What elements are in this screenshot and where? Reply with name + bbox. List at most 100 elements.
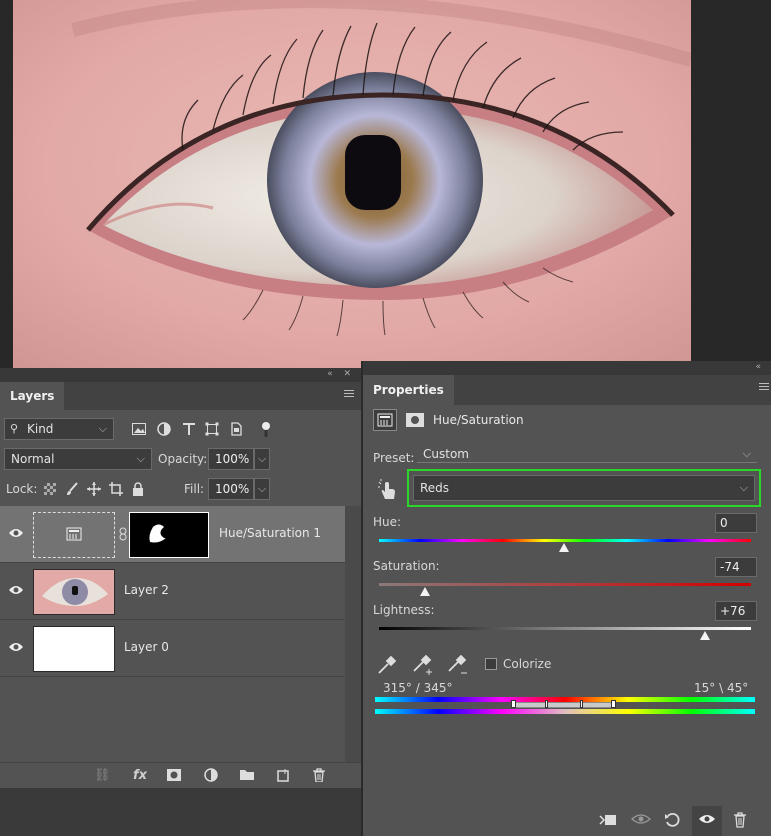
- layer-name[interactable]: Hue/Saturation 1: [219, 526, 321, 540]
- layer-name[interactable]: Layer 2: [124, 583, 169, 597]
- properties-panel: « Properties Hue/Saturation Preset: Cust…: [361, 361, 771, 836]
- range-outer-right-handle[interactable]: [611, 700, 616, 708]
- lock-label: Lock:: [6, 482, 38, 496]
- range-inner-right-handle[interactable]: [580, 700, 583, 708]
- blend-mode-select[interactable]: Normal ⌵: [4, 448, 152, 470]
- channel-value: Reds: [420, 481, 450, 495]
- hue-value-field[interactable]: 0: [715, 513, 757, 533]
- output-color-bar: [375, 709, 755, 714]
- chevron-down-icon: ⌵: [136, 452, 145, 465]
- eye-visibility-icon[interactable]: [8, 641, 24, 653]
- opacity-dropdown-button[interactable]: ⌵: [254, 448, 270, 470]
- filter-kind-select[interactable]: ⚲ Kind ⌵: [4, 418, 114, 440]
- clip-to-layer-icon[interactable]: [599, 812, 617, 830]
- blend-row: Normal ⌵ Opacity: 100% ⌵: [0, 444, 361, 474]
- collapse-icon[interactable]: «: [755, 362, 765, 372]
- eye-photo: [13, 0, 691, 368]
- view-previous-state-icon[interactable]: [631, 812, 651, 830]
- hue-slider-knob[interactable]: [559, 543, 569, 552]
- lock-pixels-brush-icon[interactable]: [64, 481, 80, 497]
- lightness-slider-track[interactable]: [379, 627, 751, 630]
- properties-bottom-toolbar: [363, 806, 771, 836]
- eyedropper-icon[interactable]: [377, 655, 397, 675]
- type-filter-icon[interactable]: [181, 421, 197, 437]
- pixel-filter-icon[interactable]: [131, 421, 147, 437]
- lightness-value-field[interactable]: +76: [715, 601, 757, 621]
- layers-panel: « ✕ Layers ⚲ Kind ⌵ Normal ⌵ Opacity: 10…: [0, 368, 361, 836]
- lock-position-move-icon[interactable]: [86, 481, 102, 497]
- targeted-adjustment-hand-icon[interactable]: [377, 479, 399, 501]
- smart-object-filter-icon[interactable]: [228, 421, 244, 437]
- panel-resize-grip[interactable]: [0, 788, 361, 836]
- lock-all-padlock-icon[interactable]: [130, 481, 146, 497]
- fill-dropdown-button[interactable]: ⌵: [254, 478, 270, 500]
- layer-2-thumbnail[interactable]: [33, 569, 115, 615]
- chevron-down-icon: ⌵: [98, 422, 107, 435]
- saturation-value-field[interactable]: -74: [715, 557, 757, 577]
- mask-type-icon[interactable]: [405, 411, 425, 429]
- opacity-field[interactable]: 100%: [208, 448, 254, 470]
- document-canvas[interactable]: [0, 0, 771, 368]
- tab-properties[interactable]: Properties: [363, 375, 454, 405]
- eyedropper-add-icon[interactable]: [412, 654, 434, 675]
- adjustment-layer-thumbnail[interactable]: [33, 512, 115, 558]
- range-inner-left-handle[interactable]: [545, 700, 548, 708]
- layers-scrollbar[interactable]: [345, 506, 361, 762]
- lock-transparent-icon[interactable]: [42, 481, 58, 497]
- properties-tab-row: Properties: [363, 375, 771, 405]
- range-slider-track[interactable]: [513, 702, 615, 708]
- collapse-close-icon[interactable]: « ✕: [327, 369, 355, 379]
- new-group-folder-icon[interactable]: [239, 768, 255, 784]
- preset-value: Custom: [423, 447, 469, 461]
- colorize-label: Colorize: [503, 657, 552, 671]
- panel-menu-icon[interactable]: [344, 390, 354, 399]
- layers-panel-topbar: « ✕: [0, 368, 361, 382]
- saturation-slider-track[interactable]: [379, 583, 751, 586]
- saturation-slider-knob[interactable]: [420, 587, 430, 596]
- eye-visibility-icon[interactable]: [8, 527, 24, 539]
- adjustment-filter-icon[interactable]: [156, 421, 172, 437]
- preset-label: Preset:: [373, 451, 415, 465]
- adjustment-type-icon[interactable]: [373, 409, 397, 431]
- hue-label: Hue:: [373, 515, 402, 529]
- filter-toggle-icon[interactable]: [258, 421, 274, 437]
- new-adjustment-layer-icon[interactable]: [203, 768, 219, 784]
- delete-trash-icon[interactable]: [311, 768, 327, 784]
- fill-field[interactable]: 100%: [208, 478, 254, 500]
- eyedropper-subtract-icon[interactable]: [447, 654, 469, 675]
- colorize-checkbox[interactable]: [485, 658, 497, 670]
- layer-mask-thumbnail[interactable]: [129, 512, 209, 558]
- adjustment-title: Hue/Saturation: [433, 413, 524, 427]
- lightness-slider-knob[interactable]: [700, 631, 710, 640]
- chevron-down-icon: ⌵: [742, 447, 751, 460]
- range-left-label: 315° / 345°: [383, 681, 453, 695]
- shape-filter-icon[interactable]: [204, 421, 220, 437]
- hue-saturation-icon: [66, 527, 82, 541]
- range-right-label: 15° \ 45°: [694, 681, 749, 695]
- new-layer-icon[interactable]: [275, 768, 291, 784]
- panel-menu-icon[interactable]: [759, 383, 769, 392]
- layer-row-hue-saturation[interactable]: Hue/Saturation 1: [0, 506, 345, 563]
- layer-row-layer-0[interactable]: Layer 0: [0, 620, 345, 677]
- delete-trash-icon[interactable]: [731, 812, 749, 830]
- saturation-label: Saturation:: [373, 559, 440, 573]
- eye-visibility-icon[interactable]: [8, 584, 24, 596]
- channel-select[interactable]: Reds ⌵: [413, 475, 755, 501]
- layer-0-thumbnail[interactable]: [33, 626, 115, 672]
- layers-bottom-toolbar: ⛓ fx: [0, 762, 361, 788]
- hue-slider-track[interactable]: [379, 539, 751, 542]
- lock-row: Lock: Fill: 100% ⌵: [0, 474, 361, 504]
- range-outer-left-handle[interactable]: [511, 700, 516, 708]
- lock-artboard-crop-icon[interactable]: [108, 481, 124, 497]
- link-layers-icon[interactable]: ⛓: [94, 768, 111, 784]
- lightness-label: Lightness:: [373, 603, 435, 617]
- eye-visibility-icon[interactable]: [698, 812, 716, 830]
- fx-layer-style-icon[interactable]: fx: [132, 768, 148, 784]
- properties-panel-topbar: «: [363, 361, 771, 375]
- layer-name[interactable]: Layer 0: [124, 640, 169, 654]
- layer-row-layer-2[interactable]: Layer 2: [0, 563, 345, 620]
- reset-icon[interactable]: [663, 812, 681, 830]
- preset-select[interactable]: Custom ⌵: [417, 447, 757, 463]
- tab-layers[interactable]: Layers: [0, 382, 65, 410]
- add-mask-icon[interactable]: [166, 768, 182, 784]
